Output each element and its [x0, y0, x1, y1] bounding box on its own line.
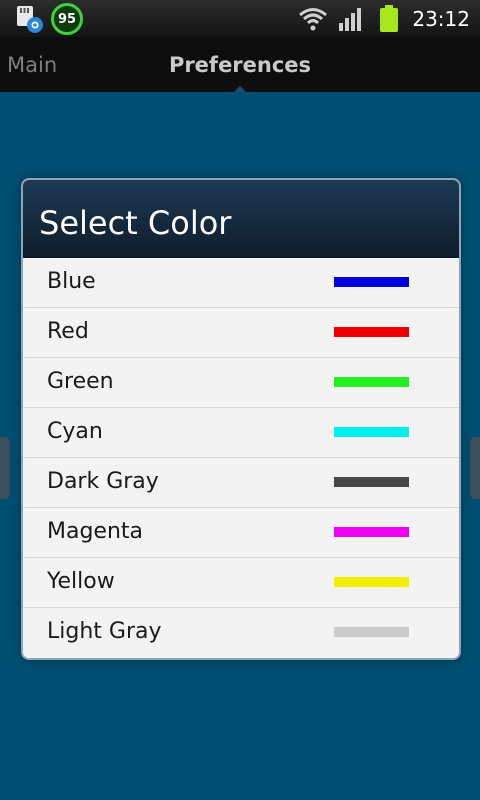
badge-value: 95	[57, 11, 77, 27]
color-option-magenta[interactable]: Magenta	[23, 508, 459, 558]
color-swatch	[334, 277, 409, 287]
color-swatch	[334, 627, 409, 637]
tab-preferences[interactable]: Preferences	[0, 53, 480, 77]
color-swatch	[334, 477, 409, 487]
color-label: Dark Gray	[47, 469, 159, 494]
status-bar: 95 23:12	[0, 0, 480, 37]
color-label: Red	[47, 319, 89, 344]
progress-badge-icon: 95	[51, 3, 83, 35]
color-option-blue[interactable]: Blue	[23, 258, 459, 308]
signal-strength-icon	[339, 8, 361, 31]
color-option-green[interactable]: Green	[23, 358, 459, 408]
color-option-red[interactable]: Red	[23, 308, 459, 358]
dialog-title: Select Color	[39, 204, 232, 242]
color-option-yellow[interactable]: Yellow	[23, 558, 459, 608]
color-option-dark-gray[interactable]: Dark Gray	[23, 458, 459, 508]
color-swatch	[334, 327, 409, 337]
clock: 23:12	[412, 7, 470, 31]
color-option-light-gray[interactable]: Light Gray	[23, 608, 459, 658]
color-label: Yellow	[47, 569, 115, 594]
tab-bar: Main Preferences	[0, 37, 480, 93]
dialog-header: Select Color	[23, 180, 459, 258]
background-button-right	[470, 437, 480, 499]
color-swatch	[334, 527, 409, 537]
color-label: Cyan	[47, 419, 103, 444]
wifi-icon	[299, 8, 327, 31]
select-color-dialog: Select Color Blue Red Green Cyan Dark Gr…	[21, 178, 461, 660]
color-swatch	[334, 427, 409, 437]
color-label: Light Gray	[47, 619, 162, 644]
sd-card-settings-icon	[17, 6, 43, 33]
color-swatch	[334, 577, 409, 587]
color-list: Blue Red Green Cyan Dark Gray Magenta Ye…	[23, 258, 459, 658]
color-swatch	[334, 377, 409, 387]
color-option-cyan[interactable]: Cyan	[23, 408, 459, 458]
color-label: Green	[47, 369, 114, 394]
battery-icon	[380, 5, 398, 32]
color-label: Magenta	[47, 519, 144, 544]
background-button-left	[0, 437, 10, 499]
color-label: Blue	[47, 269, 96, 294]
